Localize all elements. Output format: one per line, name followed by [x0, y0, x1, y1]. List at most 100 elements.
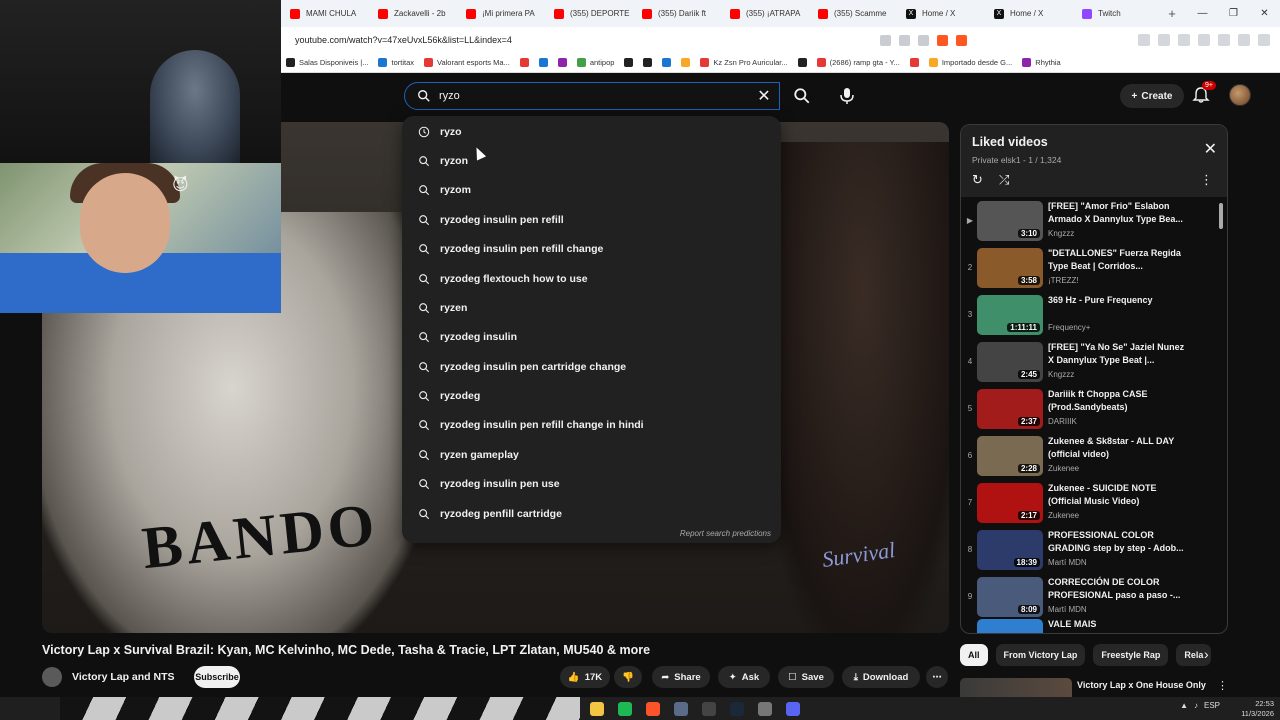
video-thumbnail[interactable]: 3:58: [977, 248, 1043, 288]
music-icon[interactable]: [1178, 34, 1190, 46]
search-box[interactable]: ✕: [404, 82, 780, 110]
video-thumbnail[interactable]: 2:28: [977, 436, 1043, 476]
playlist-item[interactable]: 3 1:11:11 369 Hz - Pure Frequency Freque…: [961, 293, 1227, 340]
bookmark[interactable]: antipop: [576, 58, 614, 67]
discord-icon[interactable]: [786, 701, 800, 716]
suggestion-item[interactable]: ryzodeg insulin pen use: [402, 469, 781, 498]
app-icon[interactable]: [702, 701, 716, 716]
search-input[interactable]: [439, 90, 739, 102]
bookmark-folder[interactable]: Importado desde G...: [928, 58, 1012, 67]
chip-freestyle-rap[interactable]: Freestyle Rap: [1093, 644, 1169, 666]
report-predictions-link[interactable]: Report search predictions: [680, 529, 771, 538]
video-thumbnail[interactable]: [960, 678, 1072, 698]
bookmark[interactable]: [909, 58, 919, 67]
clock[interactable]: 22:53 11/3/2026: [1241, 699, 1274, 719]
browser-tab[interactable]: MAMI CHULA: [282, 0, 370, 27]
bookmark[interactable]: [797, 58, 807, 67]
playlist-title[interactable]: Liked videos: [972, 135, 1048, 149]
avatar[interactable]: [1229, 84, 1251, 106]
browser-tab[interactable]: Twitch: [1074, 0, 1162, 27]
bookmark[interactable]: [662, 58, 672, 67]
playlist-item[interactable]: 2 3:58 "DETALLONES" Fuerza Regida Type B…: [961, 246, 1227, 293]
restore-icon[interactable]: ❐: [1218, 0, 1249, 27]
voice-search-button[interactable]: [832, 82, 862, 110]
video-title[interactable]: Zukenee - SUICIDE NOTE (Official Music V…: [1048, 482, 1188, 508]
bookmark[interactable]: [519, 58, 529, 67]
video-thumbnail[interactable]: 2:37: [977, 389, 1043, 429]
app-icon[interactable]: [758, 701, 772, 716]
video-title[interactable]: 369 Hz - Pure Frequency: [1048, 294, 1188, 307]
browser-tab[interactable]: ¡Mi primera PA: [458, 0, 546, 27]
vpn-icon[interactable]: [1238, 34, 1250, 46]
suggestion-item[interactable]: ryzo: [402, 117, 781, 146]
download-button[interactable]: ⤓ Download: [842, 666, 920, 688]
bookmark[interactable]: [538, 58, 548, 67]
bookmark[interactable]: [643, 58, 653, 67]
chip-all[interactable]: All: [960, 644, 988, 666]
video-thumbnail[interactable]: 1:11:11: [977, 295, 1043, 335]
video-thumbnail[interactable]: 3:10: [977, 201, 1043, 241]
minimize-icon[interactable]: —: [1187, 0, 1218, 27]
video-title[interactable]: PROFESSIONAL COLOR GRADING step by step …: [1048, 529, 1188, 555]
browser-tab[interactable]: X Home / X: [898, 0, 986, 27]
spotify-icon[interactable]: [618, 701, 632, 716]
bookmark[interactable]: tortitax: [378, 58, 414, 67]
more-options-icon[interactable]: ⋮: [1200, 172, 1213, 188]
dislike-button[interactable]: 👎: [614, 666, 642, 688]
browser-tab[interactable]: (355) ¡ATRAPA: [722, 0, 810, 27]
save-button[interactable]: ☐ Save: [778, 666, 834, 688]
suggestion-item[interactable]: ryzodeg insulin pen refill: [402, 205, 781, 234]
suggestion-item[interactable]: ryzodeg insulin: [402, 322, 781, 351]
chip-from-victory-lap[interactable]: From Victory Lap: [995, 644, 1086, 666]
channel-name[interactable]: Victory Lap and NTS: [72, 671, 175, 683]
suggestion-item[interactable]: ryzodeg insulin pen refill change: [402, 234, 781, 263]
more-actions-button[interactable]: ⋯: [926, 666, 948, 688]
video-thumbnail[interactable]: 18:39: [977, 530, 1043, 570]
playlist-item[interactable]: ▶ 3:10 [FREE] "Amor Frio" Eslabon Armado…: [961, 199, 1227, 246]
url-field[interactable]: youtube.com/watch?v=47xeUvxL56k&list=LL&…: [295, 35, 512, 45]
playlist-item[interactable]: 4 2:45 [FREE] "Ya No Se" Jaziel Nunez X …: [961, 340, 1227, 387]
video-title[interactable]: Victory Lap x One House Only: [1077, 680, 1206, 690]
video-thumbnail[interactable]: 8:09: [977, 577, 1043, 617]
video-title[interactable]: [FREE] "Amor Frio" Eslabon Armado X Dann…: [1048, 200, 1188, 226]
bookmark[interactable]: Salas Disponiveis |...: [286, 58, 368, 67]
browser-tab[interactable]: X Home / X: [986, 0, 1074, 27]
video-thumbnail[interactable]: 2:17: [977, 483, 1043, 523]
more-options-icon[interactable]: ⋮: [1217, 679, 1228, 692]
playlist-item[interactable]: 10 VALE MAIS: [961, 617, 1227, 633]
wallet-icon[interactable]: [1218, 34, 1230, 46]
shuffle-icon[interactable]: ⤮: [999, 172, 1009, 188]
recommended-video[interactable]: Victory Lap x One House Only ⋮: [960, 678, 1228, 698]
bookmark[interactable]: Kz Zsn Pro Auricular...: [700, 58, 788, 67]
video-thumbnail[interactable]: [977, 619, 1043, 633]
brave-icon[interactable]: [646, 701, 660, 716]
browser-tab[interactable]: (355) Scamme: [810, 0, 898, 27]
close-playlist-icon[interactable]: ✕: [1204, 139, 1217, 159]
video-title[interactable]: "DETALLONES" Fuerza Regida Type Beat | C…: [1048, 247, 1188, 273]
bookmark[interactable]: [681, 58, 691, 67]
suggestion-item[interactable]: ryzon: [402, 146, 781, 175]
browser-tab[interactable]: (355) Dariik ft: [634, 0, 722, 27]
suggestion-item[interactable]: ryzodeg insulin pen cartridge change: [402, 352, 781, 381]
subscribe-button[interactable]: Subscribe: [194, 666, 240, 688]
sidebar-icon[interactable]: [1198, 34, 1210, 46]
brave-rewards-icon[interactable]: [956, 34, 967, 46]
playlist-item[interactable]: 7 2:17 Zukenee - SUICIDE NOTE (Official …: [961, 481, 1227, 528]
steam-icon[interactable]: [730, 701, 744, 716]
video-title[interactable]: CORRECCIÓN DE COLOR PROFESIONAL paso a p…: [1048, 576, 1188, 602]
playlist-item[interactable]: 8 18:39 PROFESSIONAL COLOR GRADING step …: [961, 528, 1227, 575]
bookmark[interactable]: Valorant esports Ma...: [424, 58, 510, 67]
close-icon[interactable]: ✕: [1249, 0, 1280, 27]
extension-icon[interactable]: [1138, 34, 1150, 46]
suggestion-item[interactable]: ryzen: [402, 293, 781, 322]
video-title[interactable]: Zukenee & Sk8star - ALL DAY (official vi…: [1048, 435, 1188, 461]
create-button[interactable]: + Create: [1120, 84, 1184, 108]
suggestion-item[interactable]: ryzodeg: [402, 381, 781, 410]
suggestion-item[interactable]: ryzodeg penfill cartridge: [402, 499, 781, 528]
suggestion-item[interactable]: ryzen gameplay: [402, 440, 781, 469]
bookmark[interactable]: [624, 58, 634, 67]
video-title[interactable]: Dariiik ft Choppa CASE (Prod.Sandybeats): [1048, 388, 1188, 414]
app-icon[interactable]: [674, 701, 688, 716]
install-icon[interactable]: [899, 34, 910, 46]
extension-icon[interactable]: [1158, 34, 1170, 46]
